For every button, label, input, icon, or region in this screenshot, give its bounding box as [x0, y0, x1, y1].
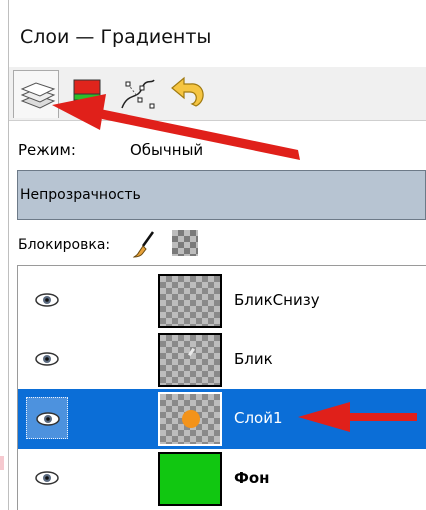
mode-select[interactable]: Обычный [130, 141, 203, 159]
visibility-toggle[interactable] [26, 338, 68, 380]
eye-icon [35, 352, 59, 366]
dialog-title: Слои — Градиенты [20, 26, 212, 48]
mode-label: Режим: [18, 141, 76, 159]
tab-paths[interactable] [114, 70, 160, 118]
layer-name: БликСнизу [234, 291, 320, 309]
eye-icon [36, 412, 60, 426]
undo-history-icon [171, 76, 204, 107]
visibility-toggle[interactable] [26, 279, 68, 321]
opacity-label: Непрозрачность [20, 187, 141, 203]
visibility-toggle[interactable] [26, 397, 68, 439]
lock-alpha-icon[interactable] [172, 230, 198, 256]
highlight-mark [187, 347, 196, 357]
layers-list: БликСнизу Блик Слой1 Фон [17, 265, 426, 510]
tab-undo-history[interactable] [164, 70, 210, 118]
layer-thumbnail [158, 452, 222, 506]
tab-channels[interactable] [62, 70, 108, 118]
visibility-toggle[interactable] [26, 457, 68, 499]
layers-icon [20, 82, 56, 109]
eye-icon [35, 471, 59, 485]
layer-row-sloy1[interactable]: Слой1 [18, 389, 426, 449]
layer-name: Блик [234, 350, 273, 368]
lock-pixels-brush-icon[interactable] [131, 228, 161, 260]
channels-icon [73, 79, 101, 107]
layers-dialog: Слои — Градиенты Режим: Обычный Непрозра… [0, 0, 426, 510]
orange-circle [182, 410, 200, 428]
layer-row-blik-snizu[interactable]: БликСнизу [18, 271, 426, 331]
lock-label: Блокировка: [18, 237, 111, 253]
layer-thumbnail [158, 392, 222, 446]
paths-icon [121, 79, 155, 109]
layer-thumbnail [158, 333, 222, 387]
eye-icon [35, 293, 59, 307]
layer-row-blik[interactable]: Блик [18, 330, 426, 390]
layer-row-fon[interactable]: Фон [18, 449, 426, 509]
tab-layers[interactable] [13, 70, 59, 118]
canvas-fragment [0, 456, 4, 470]
layer-name: Слой1 [234, 409, 283, 427]
layer-thumbnail [158, 274, 222, 328]
layer-name: Фон [234, 469, 270, 487]
